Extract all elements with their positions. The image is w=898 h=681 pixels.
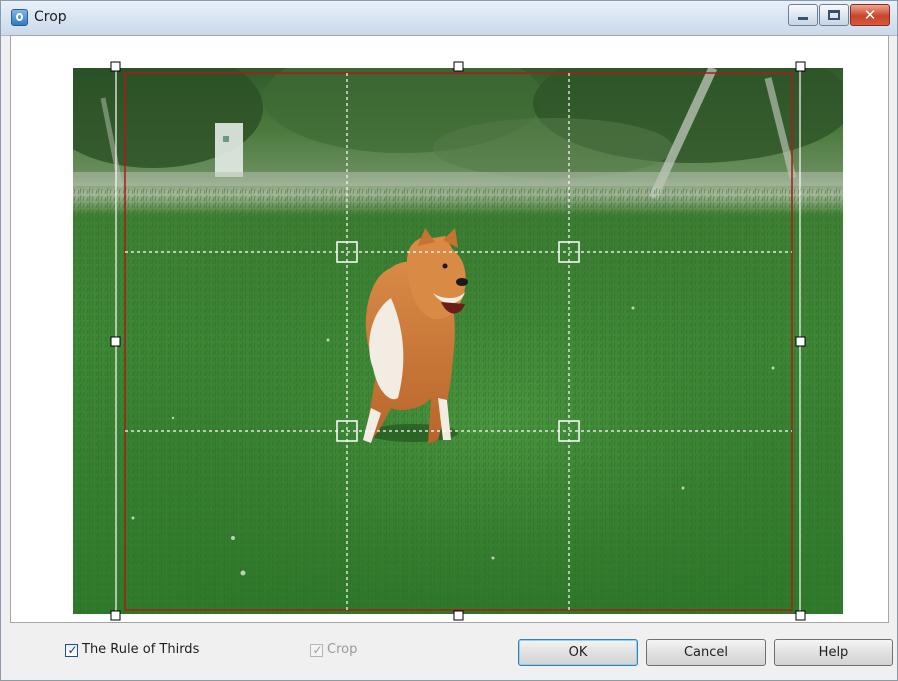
minimize-button[interactable] [788,4,818,26]
rule-of-thirds-label[interactable]: The Rule of Thirds [82,642,199,657]
crop-checkbox: ✓ [310,643,323,657]
minimize-icon [798,17,808,20]
handle-top-left[interactable] [110,61,121,72]
cancel-button[interactable]: Cancel [646,639,766,666]
title-bar[interactable]: Crop ✕ [1,1,897,36]
checkmark-icon: ✓ [67,643,78,657]
window-title: Crop [34,9,67,25]
restore-icon [828,10,840,20]
ok-button[interactable]: OK [518,639,638,666]
handle-middle-left[interactable] [110,336,121,347]
dog-running-on-grass-photo [73,68,843,614]
handle-middle-right[interactable] [795,336,806,347]
restore-button[interactable] [819,4,849,26]
handle-bottom-left[interactable] [110,610,121,621]
close-icon: ✕ [863,6,877,24]
crop-label: Crop [327,642,358,657]
checkmark-icon: ✓ [312,643,323,657]
handle-bottom-center[interactable] [453,610,464,621]
handle-top-center[interactable] [453,61,464,72]
handle-top-right[interactable] [795,61,806,72]
crop-app-icon [11,9,28,26]
handle-bottom-right[interactable] [795,610,806,621]
rule-of-thirds-checkbox[interactable]: ✓ [65,643,78,657]
help-button[interactable]: Help [774,639,893,666]
close-button[interactable]: ✕ [850,4,890,26]
